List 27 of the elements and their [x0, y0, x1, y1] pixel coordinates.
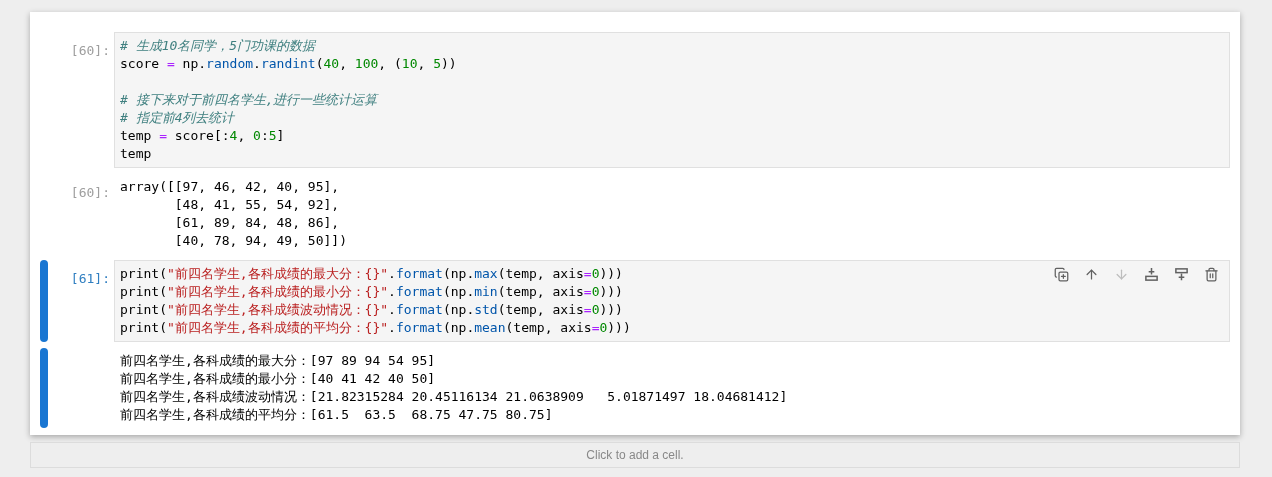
- code-line: # 指定前4列去统计: [120, 109, 235, 127]
- cell-prompt: [61]:: [70, 271, 110, 286]
- insert-below-icon[interactable]: [1174, 267, 1189, 282]
- code-line: print("前四名学生,各科成绩波动情况：{}".format(np.std(temp, axis=0))): [120, 301, 623, 319]
- output-line: 前四名学生,各科成绩的最小分：[40 41 42 40 50]: [120, 370, 436, 388]
- code-input-area[interactable]: [114, 260, 1230, 342]
- cell-prompt: [60]:: [70, 185, 110, 200]
- output-line: 前四名学生,各科成绩的最大分：[97 89 94 54 95]: [120, 352, 436, 370]
- code-line: print("前四名学生,各科成绩的平均分：{}".format(np.mean(temp, axis=0))): [120, 319, 631, 337]
- cell-prompt: [60]:: [70, 43, 110, 58]
- output-line: 前四名学生,各科成绩波动情况：[21.82315284 20.45116134 21.0638909 5.01871497 18.04681412]: [120, 388, 788, 406]
- duplicate-icon[interactable]: [1054, 267, 1069, 282]
- insert-above-icon[interactable]: [1144, 267, 1159, 282]
- delete-icon[interactable]: [1204, 267, 1219, 282]
- code-line: temp: [120, 145, 152, 163]
- output-line: [61, 89, 84, 48, 86],: [173, 214, 340, 232]
- output-line: [40, 78, 94, 49, 50]]): [173, 232, 347, 250]
- code-line: print("前四名学生,各科成绩的最大分：{}".format(np.max(temp, axis=0))): [120, 265, 623, 283]
- code-input-area[interactable]: # 生成10名同学，5门功课的数据 score = np.random.randint(40, 100, (10, 5)) # 接下来对于前四名学生,进行一些统计运算 # 指定前4列去统计 temp = score[:4, 0:5] temp: [114, 32, 1230, 168]
- code-line: # 接下来对于前四名学生,进行一些统计运算: [120, 91, 378, 109]
- output-line: 前四名学生,各科成绩的平均分：[61.5 63.5 68.75 47.75 80.75]: [120, 406, 553, 424]
- code-line: temp = score[:4, 0:5]: [120, 127, 285, 145]
- output-line: array([[97, 46, 42, 40, 95],: [120, 178, 340, 196]
- code-line: print("前四名学生,各科成绩的最小分：{}".format(np.min(temp, axis=0))): [120, 283, 623, 301]
- output-line: [48, 41, 55, 54, 92],: [173, 196, 340, 214]
- code-line: score = np.random.randint(40, 100, (10, 5)): [120, 55, 457, 73]
- code-line: # 生成10名同学，5门功课的数据: [120, 37, 316, 55]
